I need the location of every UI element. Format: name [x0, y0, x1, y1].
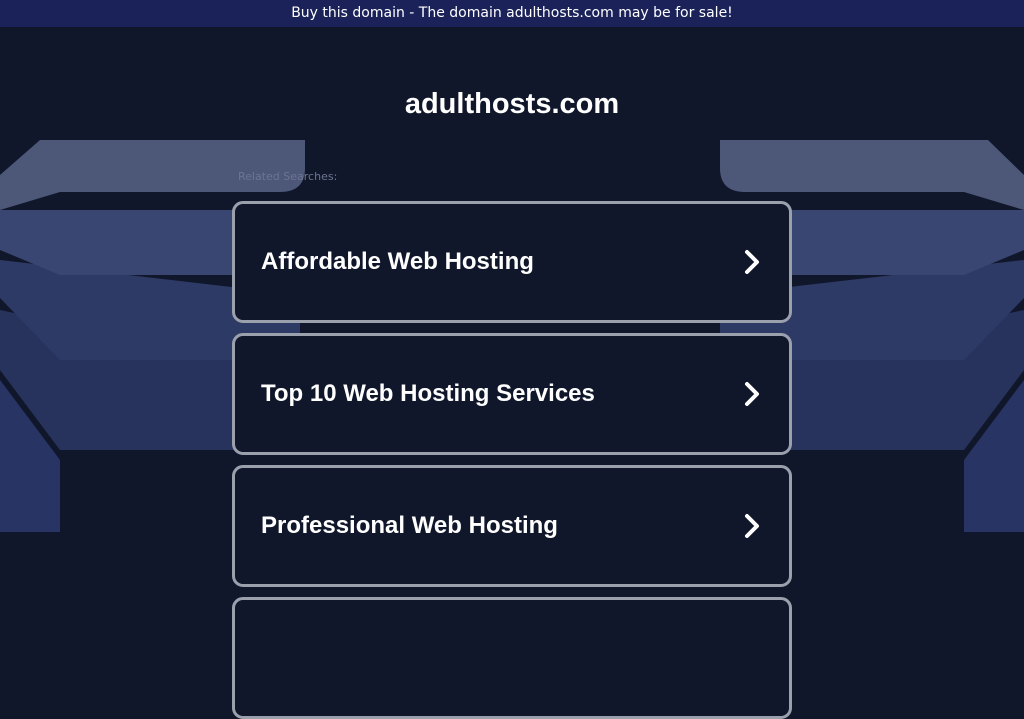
related-searches-label: Related Searches:: [238, 170, 338, 183]
related-link-label: Professional Web Hosting: [261, 512, 558, 539]
sale-banner[interactable]: Buy this domain - The domain adulthosts.…: [0, 0, 1024, 27]
chevron-right-icon: [745, 514, 759, 538]
site-title: adulthosts.com: [404, 88, 620, 120]
chevron-right-icon: [745, 382, 759, 406]
related-link-professional-web-hosting[interactable]: Professional Web Hosting: [232, 465, 792, 587]
chevron-right-icon: [745, 250, 759, 274]
related-link-label: Affordable Web Hosting: [261, 248, 534, 275]
related-link-affordable-web-hosting[interactable]: Affordable Web Hosting: [232, 201, 792, 323]
related-link-partial[interactable]: [232, 597, 792, 719]
related-link-label: Top 10 Web Hosting Services: [261, 380, 595, 407]
related-link-top-10-web-hosting-services[interactable]: Top 10 Web Hosting Services: [232, 333, 792, 455]
